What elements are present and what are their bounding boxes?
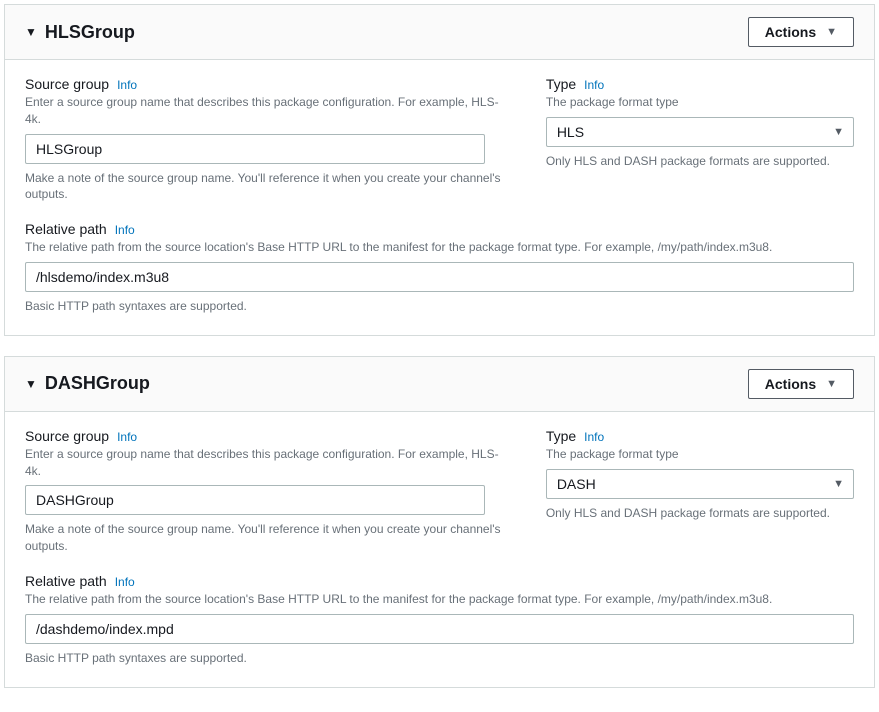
caret-down-icon: ▼ <box>826 378 837 390</box>
relative-path-field: Relative path Info The relative path fro… <box>25 573 854 667</box>
info-link[interactable]: Info <box>115 223 135 237</box>
info-link[interactable]: Info <box>584 78 604 92</box>
source-group-field: Source group Info Enter a source group n… <box>25 428 506 555</box>
type-hint: Only HLS and DASH package formats are su… <box>546 153 854 170</box>
type-help: The package format type <box>546 94 854 111</box>
info-link[interactable]: Info <box>117 78 137 92</box>
relative-path-help: The relative path from the source locati… <box>25 591 854 608</box>
panel-body: Source group Info Enter a source group n… <box>5 412 874 687</box>
panel-header: ▼ DASHGroup Actions ▼ <box>5 357 874 412</box>
type-field: Type Info The package format type DASH ▼… <box>546 428 854 555</box>
panel-header: ▼ HLSGroup Actions ▼ <box>5 5 874 60</box>
type-field: Type Info The package format type HLS ▼ … <box>546 76 854 203</box>
relative-path-field: Relative path Info The relative path fro… <box>25 221 854 315</box>
relative-path-hint: Basic HTTP path syntaxes are supported. <box>25 650 854 667</box>
relative-path-label: Relative path <box>25 573 107 589</box>
info-link[interactable]: Info <box>584 430 604 444</box>
source-group-help: Enter a source group name that describes… <box>25 94 506 128</box>
panel-title: DASHGroup <box>45 373 150 394</box>
panel-title-wrap[interactable]: ▼ DASHGroup <box>25 373 150 394</box>
actions-button-label: Actions <box>765 376 816 392</box>
relative-path-help: The relative path from the source locati… <box>25 239 854 256</box>
caret-down-icon: ▼ <box>25 25 37 39</box>
source-group-help: Enter a source group name that describes… <box>25 446 506 480</box>
panel-title: HLSGroup <box>45 22 135 43</box>
relative-path-input[interactable] <box>25 614 854 644</box>
source-group-hint: Make a note of the source group name. Yo… <box>25 521 506 555</box>
caret-down-icon: ▼ <box>826 26 837 38</box>
info-link[interactable]: Info <box>115 575 135 589</box>
panel-hlsgroup: ▼ HLSGroup Actions ▼ Source group Info E… <box>4 4 875 336</box>
source-group-label: Source group <box>25 76 109 92</box>
caret-down-icon: ▼ <box>25 377 37 391</box>
type-label: Type <box>546 76 576 92</box>
type-select[interactable]: DASH <box>546 469 854 499</box>
type-hint: Only HLS and DASH package formats are su… <box>546 505 854 522</box>
type-label: Type <box>546 428 576 444</box>
relative-path-input[interactable] <box>25 262 854 292</box>
panel-dashgroup: ▼ DASHGroup Actions ▼ Source group Info … <box>4 356 875 688</box>
type-help: The package format type <box>546 446 854 463</box>
info-link[interactable]: Info <box>117 430 137 444</box>
actions-button[interactable]: Actions ▼ <box>748 369 854 399</box>
source-group-label: Source group <box>25 428 109 444</box>
type-select[interactable]: HLS <box>546 117 854 147</box>
relative-path-hint: Basic HTTP path syntaxes are supported. <box>25 298 854 315</box>
relative-path-label: Relative path <box>25 221 107 237</box>
source-group-hint: Make a note of the source group name. Yo… <box>25 170 506 204</box>
panel-title-wrap[interactable]: ▼ HLSGroup <box>25 22 135 43</box>
actions-button-label: Actions <box>765 24 816 40</box>
source-group-field: Source group Info Enter a source group n… <box>25 76 506 203</box>
source-group-input[interactable] <box>25 134 485 164</box>
source-group-input[interactable] <box>25 485 485 515</box>
panel-body: Source group Info Enter a source group n… <box>5 60 874 335</box>
actions-button[interactable]: Actions ▼ <box>748 17 854 47</box>
